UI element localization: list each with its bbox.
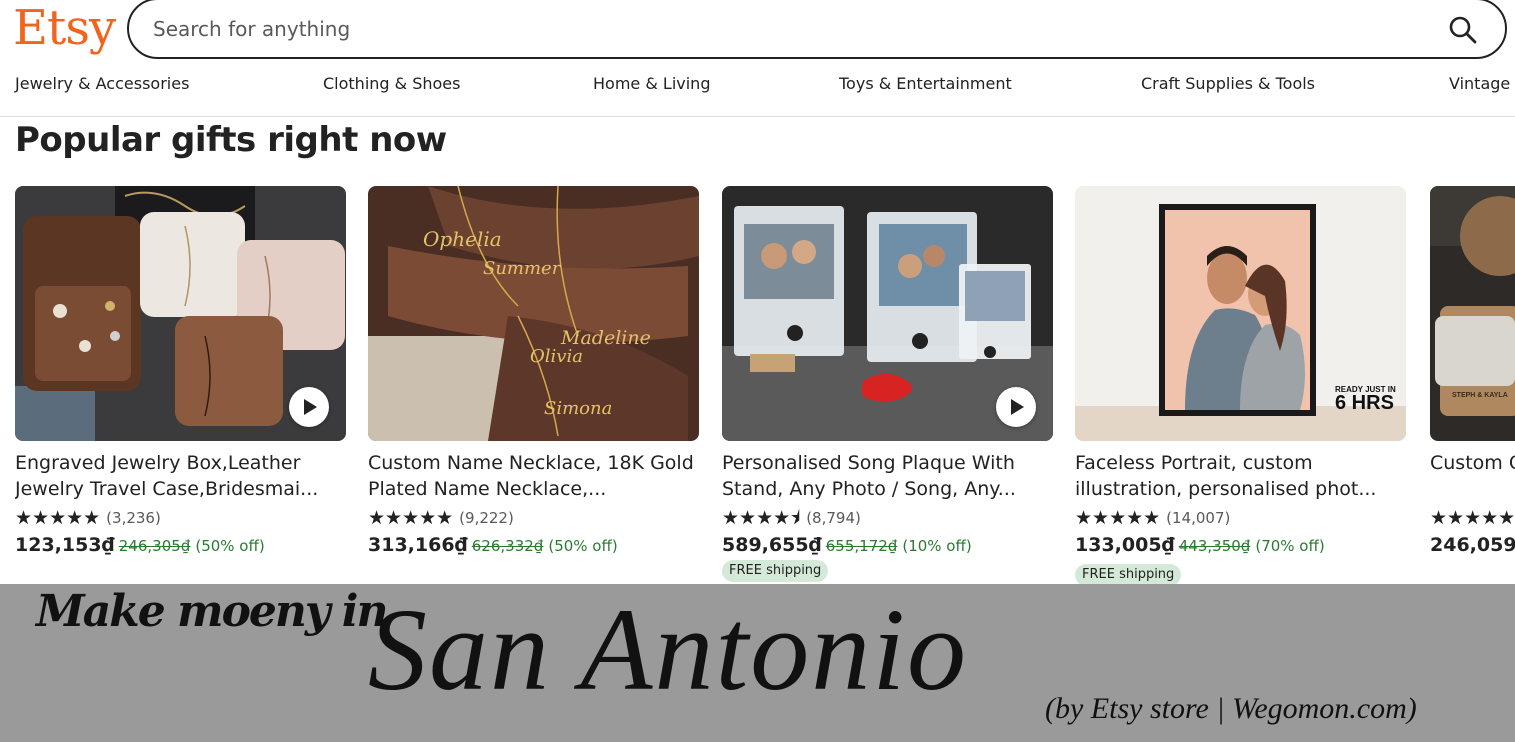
- svg-text:Simona: Simona: [544, 398, 612, 419]
- banner-credit: (by Etsy store | Wegomon.com): [1045, 692, 1417, 725]
- price-row: 589,655₫ 655,172₫ (10% off): [722, 534, 972, 556]
- discount-label: (10% off): [902, 537, 972, 555]
- sale-price: 589,655₫: [722, 534, 822, 556]
- original-price: 443,350₫: [1178, 537, 1251, 555]
- etsy-logo[interactable]: Etsy: [13, 0, 116, 58]
- product-title[interactable]: Engraved Jewelry Box,Leather Jewelry Tra…: [15, 450, 346, 502]
- product-title[interactable]: Custom Name Necklace, 18K Gold Plated Na…: [368, 450, 699, 502]
- nav-item-vintage[interactable]: Vintage: [1449, 74, 1510, 93]
- discount-label: (50% off): [548, 537, 618, 555]
- product-image[interactable]: [722, 186, 1053, 441]
- review-count: (8,794): [806, 509, 861, 527]
- sale-price: 313,166₫: [368, 534, 468, 556]
- product-title[interactable]: Custom Coasters: [1430, 450, 1515, 476]
- star-icons: ★★★★★: [15, 507, 101, 529]
- review-count: (3,236): [106, 509, 161, 527]
- search-icon[interactable]: [1447, 14, 1479, 46]
- product-rating: ★★★★★ (14,007): [1075, 508, 1230, 528]
- sale-price: 123,153₫: [15, 534, 115, 556]
- svg-text:Summer: Summer: [483, 258, 562, 279]
- product-image[interactable]: STEPH & KAYLA: [1430, 186, 1515, 441]
- nav-item-clothing[interactable]: Clothing & Shoes: [323, 74, 460, 93]
- original-price: 626,332₫: [471, 537, 544, 555]
- sale-price: 246,059: [1430, 534, 1515, 556]
- banner-heading: Make moeny in: [36, 586, 388, 637]
- star-icons: ★★★★★: [1430, 507, 1515, 529]
- product-rating: ★★★★★ (9,222): [368, 508, 514, 528]
- header-divider: [0, 116, 1515, 117]
- price-row: 313,166₫ 626,332₫ (50% off): [368, 534, 618, 556]
- section-title: Popular gifts right now: [15, 120, 447, 160]
- free-shipping-badge: FREE shipping: [722, 560, 829, 582]
- product-image[interactable]: [15, 186, 346, 441]
- product-title[interactable]: Personalised Song Plaque With Stand, Any…: [722, 450, 1053, 502]
- svg-text:Ophelia: Ophelia: [423, 227, 502, 251]
- price-row: 133,005₫ 443,350₫ (70% off): [1075, 534, 1325, 556]
- free-shipping-badge: FREE shipping: [1075, 564, 1182, 586]
- nav-item-jewelry[interactable]: Jewelry & Accessories: [15, 74, 189, 93]
- discount-label: (50% off): [195, 537, 265, 555]
- play-video-button[interactable]: [996, 387, 1036, 427]
- play-video-button[interactable]: [289, 387, 329, 427]
- discount-label: (70% off): [1255, 537, 1325, 555]
- promo-banner: Make moeny in San Antonio (by Etsy store…: [0, 584, 1515, 742]
- product-card[interactable]: Ophelia Summer Madeline Olivia Simona Cu…: [368, 186, 699, 586]
- product-rating: ★★★★★: [1430, 508, 1515, 528]
- price-row: 123,153₫ 246,305₫ (50% off): [15, 534, 265, 556]
- price-row: 246,059: [1430, 534, 1515, 556]
- product-card[interactable]: STEPH & KAYLA Custom Coasters ★★★★★ 246,…: [1430, 186, 1515, 586]
- review-count: (14,007): [1166, 509, 1231, 527]
- search-bar: [127, 0, 1507, 59]
- product-card[interactable]: Engraved Jewelry Box,Leather Jewelry Tra…: [15, 186, 346, 586]
- category-nav: Jewelry & Accessories Clothing & Shoes H…: [0, 70, 1515, 98]
- product-card[interactable]: READY JUST IN 6 HRS Faceless Portrait, c…: [1075, 186, 1406, 586]
- product-rating: ★★★★★ (3,236): [15, 508, 161, 528]
- star-icons: ★★★★★: [368, 507, 454, 529]
- banner-city: San Antonio: [368, 584, 969, 715]
- product-image[interactable]: READY JUST IN 6 HRS: [1075, 186, 1406, 441]
- nav-item-craft[interactable]: Craft Supplies & Tools: [1141, 74, 1315, 93]
- image-text-hours: 6 HRS: [1335, 392, 1394, 414]
- original-price: 655,172₫: [825, 537, 898, 555]
- sale-price: 133,005₫: [1075, 534, 1175, 556]
- original-price: 246,305₫: [118, 537, 191, 555]
- review-count: (9,222): [459, 509, 514, 527]
- image-text-names: STEPH & KAYLA: [1452, 392, 1508, 399]
- nav-item-home[interactable]: Home & Living: [593, 74, 710, 93]
- product-title[interactable]: Faceless Portrait, custom illustration, …: [1075, 450, 1406, 502]
- product-card[interactable]: Personalised Song Plaque With Stand, Any…: [722, 186, 1053, 586]
- nav-item-toys[interactable]: Toys & Entertainment: [839, 74, 1012, 93]
- search-input[interactable]: [153, 14, 1403, 44]
- product-rating: ★★★★⯨ (8,794): [722, 508, 861, 528]
- star-icons: ★★★★⯨: [722, 507, 801, 529]
- product-image[interactable]: Ophelia Summer Madeline Olivia Simona: [368, 186, 699, 441]
- star-icons: ★★★★★: [1075, 507, 1161, 529]
- svg-text:Olivia: Olivia: [530, 346, 583, 367]
